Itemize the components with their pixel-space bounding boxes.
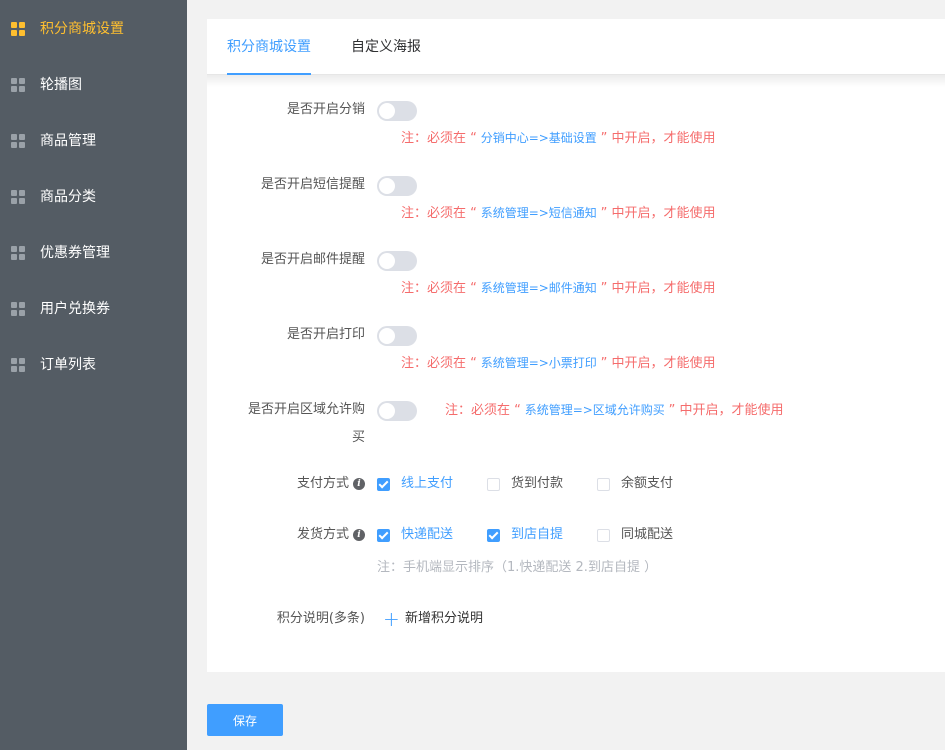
print-note: 注：必须在 “ 系统管理=>小票打印 ” 中开启，才能使用 <box>401 356 716 371</box>
sidebar-item-label: 优惠券管理 <box>40 245 110 261</box>
email-note: 注：必须在 “ 系统管理=>邮件通知 ” 中开启，才能使用 <box>401 281 716 296</box>
plus-icon: + <box>383 607 400 631</box>
delivery-express-checkbox[interactable]: 快递配送 <box>377 526 453 544</box>
distribution-note: 注：必须在 “ 分销中心=>基础设置 ” 中开启，才能使用 <box>401 131 716 146</box>
distribution-label: 是否开启分销 <box>286 102 365 117</box>
sidebar: 积分商城设置 轮播图 商品管理 商品分类 优惠券管理 用户兑换券 订单列表 <box>0 0 187 750</box>
sidebar-item-label: 用户兑换券 <box>40 301 110 317</box>
region-label-line1: 是否开启区域允许购 <box>247 402 365 417</box>
sidebar-item-label: 商品分类 <box>40 189 96 205</box>
sms-label: 是否开启短信提醒 <box>260 177 365 192</box>
checkbox-icon <box>597 477 610 491</box>
checkbox-icon <box>487 477 500 491</box>
delivery-order-hint: 注：手机端显示排序（1.快递配送 2.到店自提 ） <box>377 560 658 575</box>
payment-cod-checkbox[interactable]: 货到付款 <box>487 475 563 493</box>
print-label: 是否开启打印 <box>286 327 365 342</box>
delivery-local-checkbox[interactable]: 同城配送 <box>597 526 673 544</box>
delivery-label: 发货方式 i <box>297 526 365 544</box>
sidebar-item-user-vouchers[interactable]: 用户兑换券 <box>0 289 187 329</box>
print-switch[interactable] <box>377 326 417 346</box>
settings-card: 积分商城设置 自定义海报 是否开启分销 注：必须在 “ 分销中心=>基础设置 ”… <box>207 19 945 672</box>
region-switch[interactable] <box>377 401 417 421</box>
sidebar-item-label: 积分商城设置 <box>40 21 124 37</box>
grid-icon <box>11 78 25 92</box>
sms-note: 注：必须在 “ 系统管理=>短信通知 ” 中开启，才能使用 <box>401 206 716 221</box>
save-button[interactable]: 保存 <box>207 704 283 736</box>
grid-icon <box>11 190 25 204</box>
checkbox-checked-icon <box>377 528 390 542</box>
sidebar-item-coupons[interactable]: 优惠券管理 <box>0 233 187 273</box>
region-note: 注：必须在 “ 系统管理=>区域允许购买 ” 中开启，才能使用 <box>445 403 784 418</box>
delivery-pickup-checkbox[interactable]: 到店自提 <box>487 526 563 544</box>
checkbox-checked-icon <box>487 528 500 542</box>
sms-switch[interactable] <box>377 176 417 196</box>
email-switch[interactable] <box>377 251 417 271</box>
grid-icon <box>11 358 25 372</box>
sidebar-item-label: 商品管理 <box>40 133 96 149</box>
tab-divider-shadow <box>207 75 945 87</box>
tab-bar: 积分商城设置 自定义海报 <box>207 19 945 75</box>
sidebar-item-label: 订单列表 <box>40 357 96 373</box>
checkbox-checked-icon <box>377 477 390 491</box>
tab-custom-poster[interactable]: 自定义海报 <box>351 38 421 56</box>
points-desc-label: 积分说明(多条) <box>276 611 365 626</box>
grid-icon <box>11 134 25 148</box>
info-icon[interactable]: i <box>353 528 365 541</box>
payment-online-checkbox[interactable]: 线上支付 <box>377 475 453 493</box>
info-icon[interactable]: i <box>353 477 365 490</box>
tab-points-mall-settings[interactable]: 积分商城设置 <box>227 38 311 56</box>
sidebar-item-carousel[interactable]: 轮播图 <box>0 65 187 105</box>
email-label: 是否开启邮件提醒 <box>260 252 365 267</box>
payment-label: 支付方式 i <box>297 475 365 493</box>
checkbox-icon <box>597 528 610 542</box>
add-points-desc-button[interactable]: + 新增积分说明 <box>383 607 483 631</box>
region-label-line2: 买 <box>351 430 365 445</box>
payment-balance-checkbox[interactable]: 余额支付 <box>597 475 673 493</box>
sidebar-item-products[interactable]: 商品管理 <box>0 121 187 161</box>
sidebar-item-label: 轮播图 <box>40 77 82 93</box>
sidebar-item-categories[interactable]: 商品分类 <box>0 177 187 217</box>
distribution-switch[interactable] <box>377 101 417 121</box>
grid-icon <box>11 302 25 316</box>
sidebar-item-orders[interactable]: 订单列表 <box>0 345 187 385</box>
grid-icon <box>11 246 25 260</box>
sidebar-item-points-mall-settings[interactable]: 积分商城设置 <box>0 9 187 49</box>
grid-icon <box>11 22 25 36</box>
